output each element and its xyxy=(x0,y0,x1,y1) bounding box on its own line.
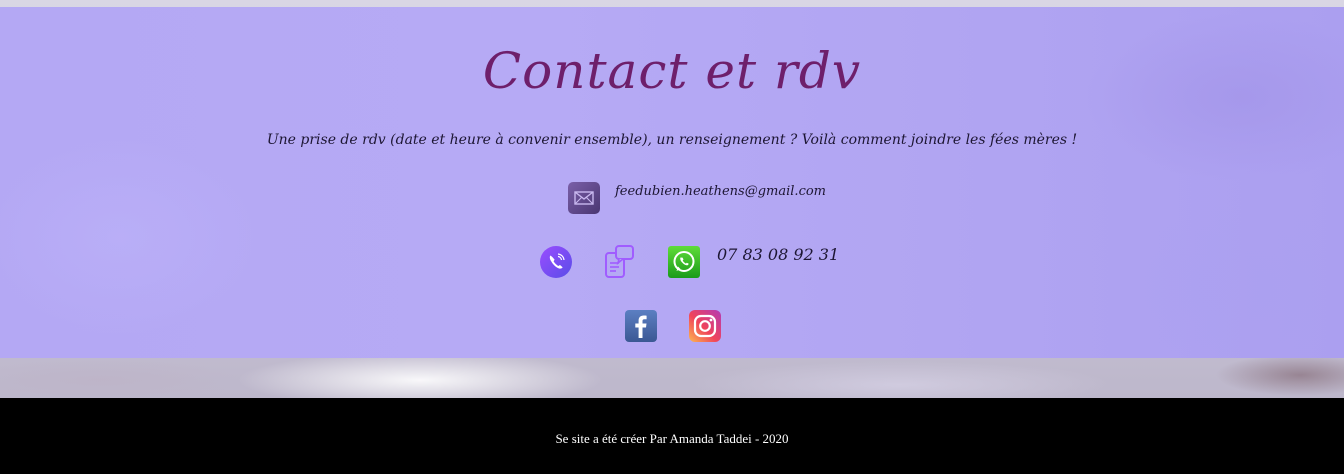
page: Contact et rdv Une prise de rdv (date et… xyxy=(0,0,1344,474)
section-title: Contact et rdv xyxy=(482,42,862,100)
phone-number-link[interactable]: 07 83 08 92 31 xyxy=(717,245,839,264)
envelope-icon[interactable] xyxy=(568,182,600,214)
phone-icon[interactable] xyxy=(540,246,572,278)
section-subtitle: Une prise de rdv (date et heure à conven… xyxy=(266,132,1078,148)
facebook-icon[interactable] xyxy=(625,310,657,342)
email-link[interactable]: feedubien.heathens@gmail.com xyxy=(615,184,826,199)
footer-credit: Se site a été créer Par Amanda Taddei - … xyxy=(555,431,789,446)
whatsapp-icon[interactable] xyxy=(668,246,700,278)
instagram-icon[interactable] xyxy=(689,310,721,342)
sms-icon[interactable] xyxy=(604,245,636,278)
